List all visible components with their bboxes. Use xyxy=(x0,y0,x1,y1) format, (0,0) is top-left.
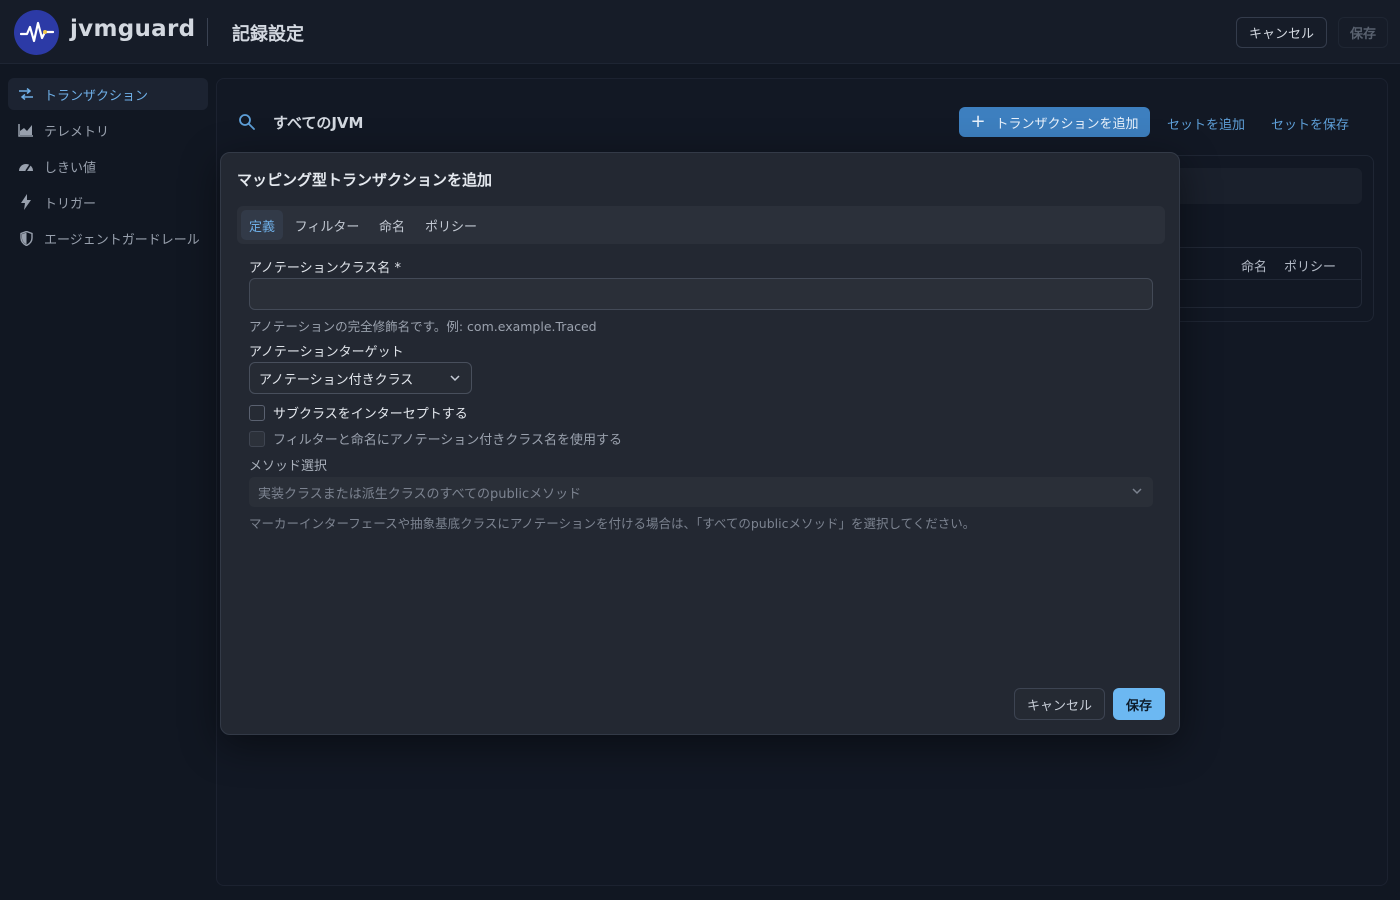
sidebar-item-label: トリガー xyxy=(44,196,97,212)
sidebar: トランザクション テレメトリ しきい値 トリガー エージェントガードレール xyxy=(8,78,208,258)
annotation-target-select[interactable]: アノテーション付きクラス xyxy=(249,362,472,394)
dialog-tabs: 定義 フィルター 命名 ポリシー xyxy=(237,206,1165,244)
annotation-class-hint: アノテーションの完全修飾名です。例: com.example.Traced xyxy=(249,319,597,334)
sidebar-item-thresholds[interactable]: しきい値 xyxy=(8,150,208,182)
add-transaction-button[interactable]: + トランザクションを追加 xyxy=(959,107,1150,137)
plus-icon: + xyxy=(970,110,986,132)
intercept-subclasses-label: サブクラスをインターセプトする xyxy=(273,407,468,422)
intercept-subclasses-row[interactable]: サブクラスをインターセプトする xyxy=(249,403,468,422)
add-transaction-dialog: マッピング型トランザクションを追加 定義 フィルター 命名 ポリシー アノテーシ… xyxy=(220,152,1180,735)
use-annotated-name-row[interactable]: フィルターと命名にアノテーション付きクラス名を使用する xyxy=(249,429,622,448)
header-cancel-button[interactable]: キャンセル xyxy=(1236,17,1327,48)
dialog-title: マッピング型トランザクションを追加 xyxy=(237,171,493,189)
jvm-scope-label[interactable]: すべてのJVM xyxy=(273,112,363,133)
sidebar-item-label: トランザクション xyxy=(44,88,149,104)
annotation-target-label: アノテーションターゲット xyxy=(249,345,404,360)
dialog-save-button[interactable]: 保存 xyxy=(1113,688,1165,720)
chevron-down-icon xyxy=(449,372,461,388)
header-save-button[interactable]: 保存 xyxy=(1338,17,1388,48)
sidebar-item-telemetry[interactable]: テレメトリ xyxy=(8,114,208,146)
header-divider xyxy=(207,18,208,46)
method-selection-select[interactable]: 実装クラスまたは派生クラスのすべてのpublicメソッド xyxy=(249,477,1153,507)
tab-naming[interactable]: 命名 xyxy=(374,210,410,240)
column-header-naming: 命名 xyxy=(1241,260,1268,275)
search-icon[interactable] xyxy=(238,113,256,131)
dialog-cancel-button[interactable]: キャンセル xyxy=(1014,688,1105,720)
tab-policy[interactable]: ポリシー xyxy=(420,210,482,240)
sidebar-item-label: テレメトリ xyxy=(44,124,110,140)
lightning-icon xyxy=(18,194,34,210)
sidebar-item-label: エージェントガードレール xyxy=(44,232,200,248)
chevron-down-icon xyxy=(1131,485,1143,501)
method-selection-value: 実装クラスまたは派生クラスのすべてのpublicメソッド xyxy=(258,486,582,502)
logo-icon xyxy=(14,10,59,55)
sidebar-item-label: しきい値 xyxy=(44,160,97,176)
app-name: jvmguard xyxy=(70,16,196,42)
annotation-target-value: アノテーション付きクラス xyxy=(259,372,414,388)
shield-icon xyxy=(18,230,34,246)
use-annotated-name-checkbox[interactable] xyxy=(249,430,265,447)
annotation-class-input[interactable] xyxy=(249,278,1153,310)
tab-filter[interactable]: フィルター xyxy=(290,210,364,240)
intercept-subclasses-checkbox[interactable] xyxy=(249,404,265,421)
app-header: jvmguard 記録設定 キャンセル 保存 xyxy=(0,0,1400,64)
chart-icon xyxy=(18,122,34,138)
sidebar-item-transactions[interactable]: トランザクション xyxy=(8,78,208,110)
method-selection-label: メソッド選択 xyxy=(249,459,328,474)
background-filter-strip xyxy=(1176,168,1362,204)
transactions-icon xyxy=(18,86,34,102)
use-annotated-name-label: フィルターと命名にアノテーション付きクラス名を使用する xyxy=(273,433,623,448)
annotation-class-label: アノテーションクラス名 * xyxy=(249,261,401,276)
sidebar-item-agent-guardrails[interactable]: エージェントガードレール xyxy=(8,222,208,254)
gauge-icon xyxy=(18,158,34,174)
tab-definition[interactable]: 定義 xyxy=(241,210,283,240)
method-selection-hint: マーカーインターフェースや抽象基底クラスにアノテーションを付ける場合は、「すべて… xyxy=(249,516,976,531)
add-transaction-label: トランザクションを追加 xyxy=(995,116,1139,132)
save-set-button[interactable]: セットを保存 xyxy=(1271,114,1349,133)
table-divider xyxy=(1176,279,1362,280)
column-header-policy: ポリシー xyxy=(1284,260,1337,275)
add-set-button[interactable]: セットを追加 xyxy=(1167,114,1245,133)
sidebar-item-triggers[interactable]: トリガー xyxy=(8,186,208,218)
page-title: 記録設定 xyxy=(232,24,304,45)
